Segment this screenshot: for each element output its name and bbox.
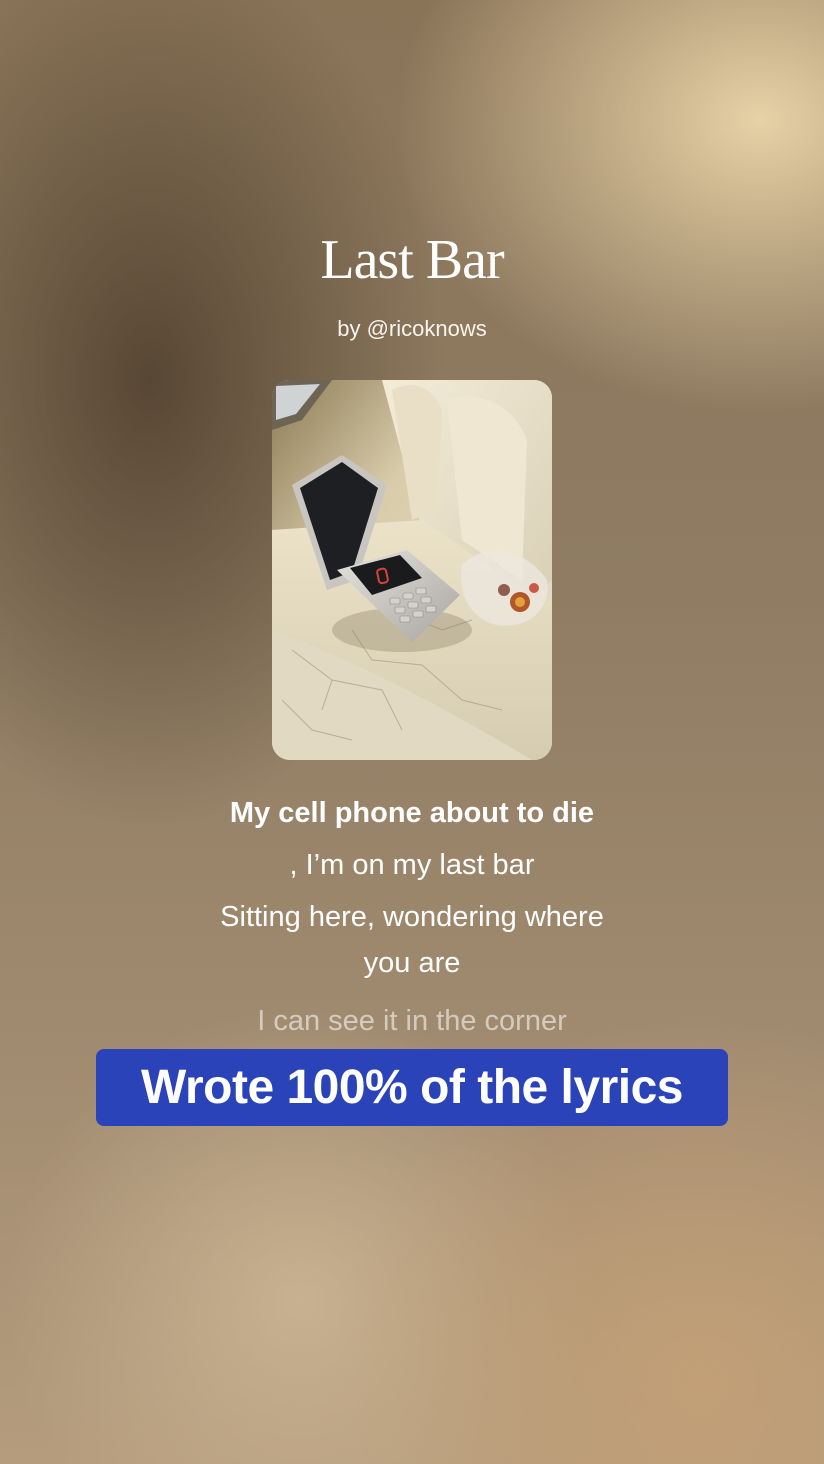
cover-art <box>272 380 552 760</box>
cover-art-image <box>272 380 552 760</box>
lyric-line: Sitting here, wondering where <box>220 901 604 933</box>
caption-text: Wrote 100% of the lyrics <box>141 1061 683 1114</box>
lyric-line: you are <box>363 947 461 979</box>
lyrics-screen: Last Bar by @ricoknows My cell phone abo… <box>0 0 824 1464</box>
artist-byline[interactable]: by @ricoknows <box>0 316 824 342</box>
song-title: Last Bar <box>320 229 504 291</box>
lyric-line-upcoming: I can see it in the corner <box>257 1005 567 1037</box>
lyric-line: , I’m on my last bar <box>289 849 535 881</box>
caption-banner: Wrote 100% of the lyrics <box>96 1049 728 1126</box>
lyric-line-current: My cell phone about to die <box>229 797 595 829</box>
